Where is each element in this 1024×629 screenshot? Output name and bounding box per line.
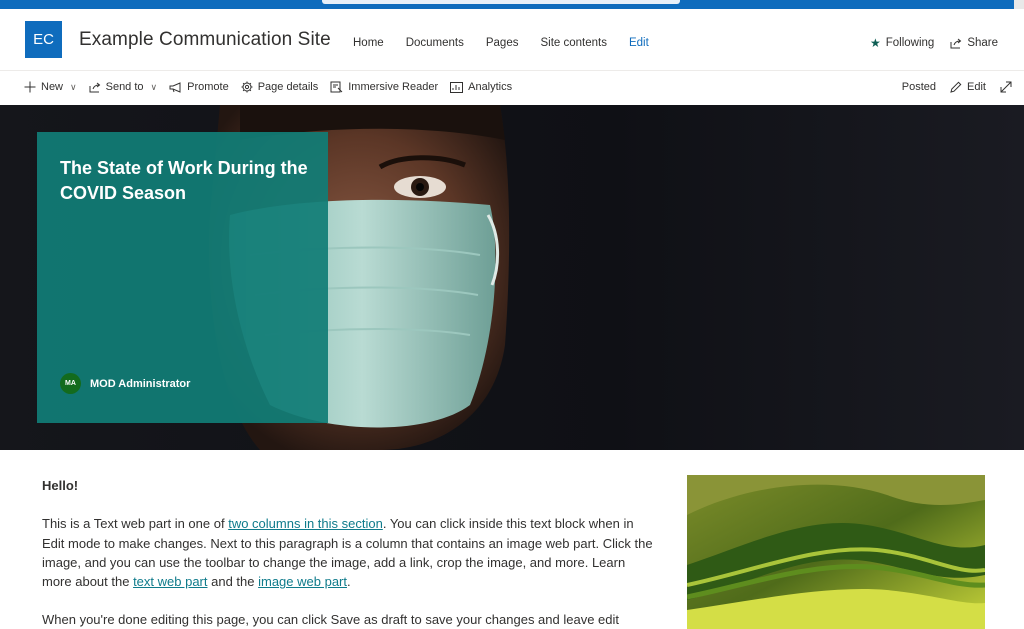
immersive-reader-button[interactable]: Immersive Reader: [330, 81, 438, 93]
share-button[interactable]: Share: [950, 37, 998, 49]
expand-icon[interactable]: [1000, 81, 1012, 93]
promote-label: Promote: [187, 81, 229, 93]
megaphone-icon: [169, 81, 181, 93]
editing-paragraph: When you're done editing this page, you …: [42, 612, 620, 628]
suite-bar: [0, 0, 1024, 9]
page-details-button[interactable]: Page details: [241, 81, 319, 93]
hero-title-card: The State of Work During the COVID Seaso…: [37, 132, 328, 423]
share-label: Share: [967, 37, 998, 49]
send-to-button[interactable]: Send to ∨: [89, 81, 158, 93]
two-columns-link[interactable]: two columns in this section: [228, 516, 383, 531]
chevron-down-icon: ∨: [150, 81, 158, 92]
page-details-label: Page details: [257, 81, 319, 93]
intro-text-a: This is a Text web part in one of: [42, 516, 229, 532]
immersive-reader-icon: [330, 81, 343, 93]
following-label: Following: [885, 37, 935, 49]
nav-site-contents[interactable]: Site contents: [540, 37, 606, 49]
header-actions: ★ Following Share: [870, 36, 998, 50]
greeting-heading: Hello!: [42, 478, 79, 493]
author-name: MOD Administrator: [90, 377, 191, 390]
following-button[interactable]: ★ Following: [870, 36, 934, 50]
new-button[interactable]: New ∨: [24, 81, 77, 93]
promote-button[interactable]: Promote: [169, 81, 229, 93]
analytics-icon: [450, 81, 464, 93]
hero-banner: The State of Work During the COVID Seaso…: [0, 105, 1024, 450]
analytics-label: Analytics: [468, 81, 513, 93]
site-logo[interactable]: EC: [25, 21, 62, 58]
text-web-part-link[interactable]: text web part: [133, 574, 207, 589]
site-nav: Home Documents Pages Site contents Edit: [353, 37, 671, 49]
send-to-label: Send to: [105, 81, 144, 93]
site-header: EC Example Communication Site Home Docum…: [0, 9, 1024, 71]
nav-edit-link[interactable]: Edit: [629, 37, 649, 49]
landscape-image: [687, 475, 985, 629]
share-icon: [89, 82, 100, 92]
gear-icon: [241, 81, 253, 93]
avatar: MA: [60, 373, 81, 394]
nav-documents[interactable]: Documents: [406, 37, 464, 49]
share-icon: [950, 38, 962, 48]
intro-text-c: and the: [207, 574, 259, 590]
chevron-down-icon: ∨: [70, 81, 77, 92]
plus-icon: [24, 81, 36, 93]
command-bar: New ∨ Send to ∨ Promote Page details Imm…: [0, 71, 1024, 105]
edit-label: Edit: [967, 81, 986, 93]
star-icon: ★: [869, 36, 881, 50]
image-web-part[interactable]: [687, 475, 985, 629]
site-title[interactable]: Example Communication Site: [79, 29, 331, 51]
suite-bar-edge: [1014, 0, 1024, 9]
immersive-reader-label: Immersive Reader: [348, 81, 439, 93]
pencil-icon: [950, 81, 962, 93]
analytics-button[interactable]: Analytics: [450, 81, 512, 93]
hero-title: The State of Work During the COVID Seaso…: [60, 158, 308, 203]
text-web-part[interactable]: Hello! This is a Text web part in one of…: [42, 476, 657, 629]
intro-text-d: .: [347, 574, 351, 590]
post-status: Posted: [901, 81, 937, 93]
search-box[interactable]: [322, 0, 680, 4]
nav-home[interactable]: Home: [353, 37, 384, 49]
nav-pages[interactable]: Pages: [486, 37, 519, 49]
new-label: New: [41, 81, 64, 93]
intro-paragraph: This is a Text web part in one of two co…: [42, 514, 657, 591]
edit-page-button[interactable]: Edit: [950, 81, 986, 93]
author-byline[interactable]: MA MOD Administrator: [60, 373, 190, 394]
image-web-part-link[interactable]: image web part: [258, 574, 347, 589]
